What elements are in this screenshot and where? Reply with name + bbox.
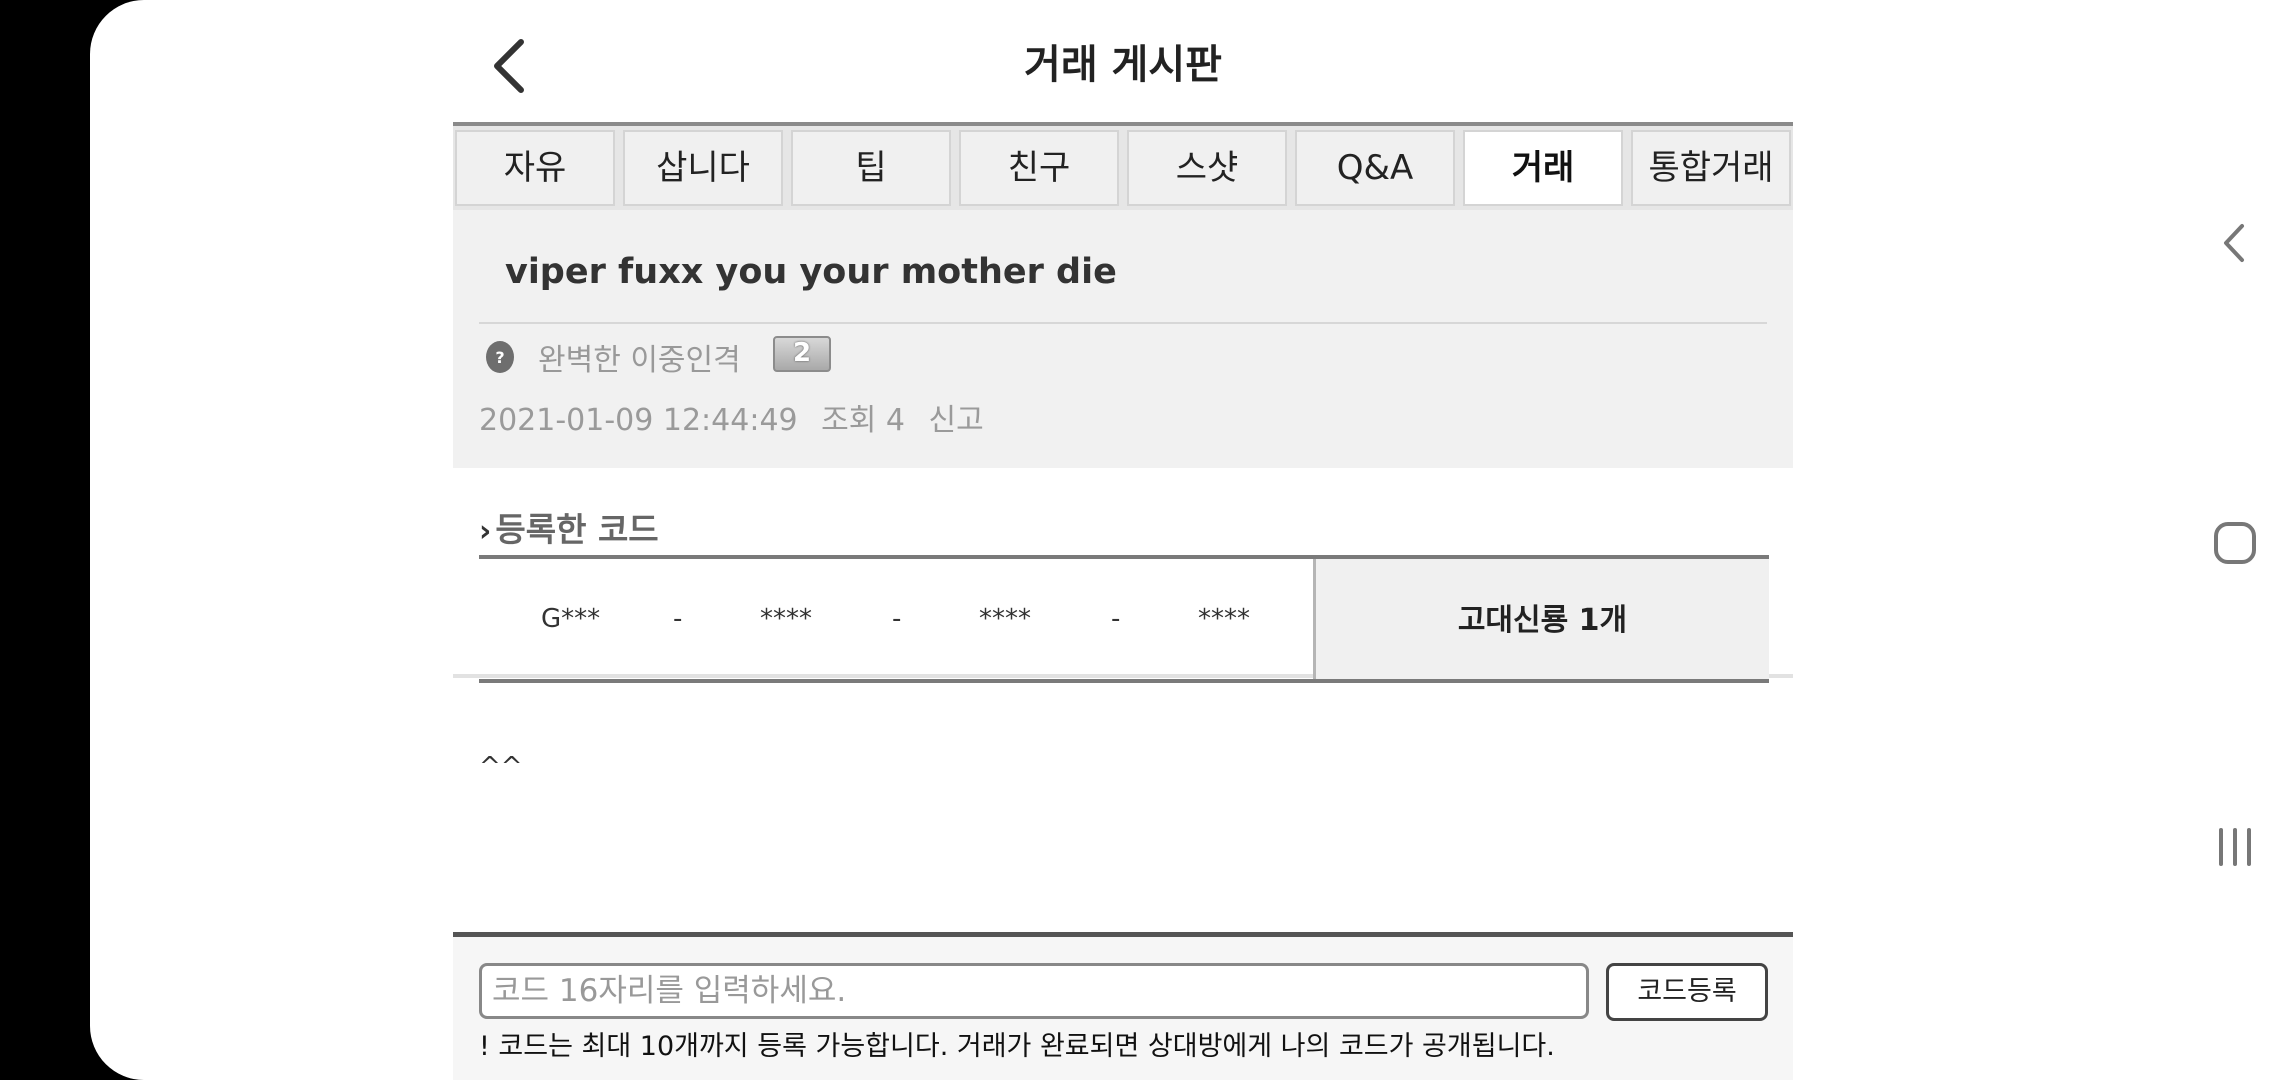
tab-free[interactable]: 자유: [455, 130, 615, 206]
code-separator-1: -: [673, 604, 683, 634]
question-egg-icon: ?: [486, 341, 514, 373]
system-navigation-bar: [2190, 0, 2280, 1080]
tab-tips[interactable]: 팁: [791, 130, 951, 206]
device-screen: 거래 게시판 자유 삽니다 팁 친구 스샷 Q&A 거래 통합거래 viper …: [90, 0, 2280, 1080]
header: 거래 게시판: [453, 0, 1793, 126]
code-register-panel: 코드등록 ! 코드는 최대 10개까지 등록 가능합니다. 거래가 완료되면 상…: [453, 937, 1793, 1080]
code-part-3: ****: [979, 604, 1031, 634]
tab-integrated-trade[interactable]: 통합거래: [1631, 130, 1791, 206]
code-table: G*** - **** - **** - **** 고대신룡 1개: [479, 555, 1769, 683]
app-content: 거래 게시판 자유 삽니다 팁 친구 스샷 Q&A 거래 통합거래 viper …: [453, 0, 1793, 1080]
tab-buy[interactable]: 삽니다: [623, 130, 783, 206]
tab-trade[interactable]: 거래: [1463, 130, 1623, 206]
chevron-left-icon: [494, 39, 524, 93]
post-body: ^^: [479, 752, 523, 782]
page-title: 거래 게시판: [1024, 42, 1222, 88]
system-back-button[interactable]: [2210, 218, 2260, 268]
reward-item: 고대신룡 1개: [1316, 559, 1769, 679]
svg-text:?: ?: [495, 348, 504, 367]
chevron-right-icon: ›: [479, 514, 492, 549]
system-recents-button[interactable]: [2210, 822, 2260, 872]
post-meta: 2021-01-09 12:44:49 조회 4 신고: [479, 395, 998, 439]
tab-qna[interactable]: Q&A: [1295, 130, 1455, 206]
system-home-button[interactable]: [2210, 518, 2260, 568]
author-name[interactable]: 완벽한 이중인격: [538, 335, 741, 379]
home-icon: [2214, 522, 2256, 564]
code-input[interactable]: [479, 963, 1589, 1019]
code-part-1: G***: [541, 604, 601, 634]
post-title: viper fuxx you your mother die: [505, 252, 1117, 292]
view-count: 조회 4: [821, 403, 905, 438]
post-divider: [479, 322, 1767, 324]
code-part-2: ****: [760, 604, 812, 634]
code-part-4: ****: [1198, 604, 1250, 634]
back-button[interactable]: [483, 36, 543, 96]
recents-icon: [2219, 828, 2251, 866]
tab-friends[interactable]: 친구: [959, 130, 1119, 206]
tab-screenshots[interactable]: 스샷: [1127, 130, 1287, 206]
section-title-text: 등록한 코드: [495, 510, 659, 549]
report-link[interactable]: 신고: [929, 403, 984, 438]
register-notice: ! 코드는 최대 10개까지 등록 가능합니다. 거래가 완료되면 상대방에게 …: [479, 1031, 1555, 1062]
register-code-button[interactable]: 코드등록: [1606, 963, 1768, 1021]
post-header: viper fuxx you your mother die ? 완벽한 이중인…: [453, 210, 1793, 678]
back-icon: [2224, 224, 2244, 262]
code-separator-3: -: [1111, 604, 1121, 634]
section-title: › 등록한 코드: [479, 503, 659, 551]
level-badge: 2: [773, 336, 831, 372]
post-date: 2021-01-09 12:44:49: [479, 403, 798, 438]
code-separator-2: -: [892, 604, 902, 634]
board-tabs: 자유 삽니다 팁 친구 스샷 Q&A 거래 통합거래: [453, 126, 1793, 210]
